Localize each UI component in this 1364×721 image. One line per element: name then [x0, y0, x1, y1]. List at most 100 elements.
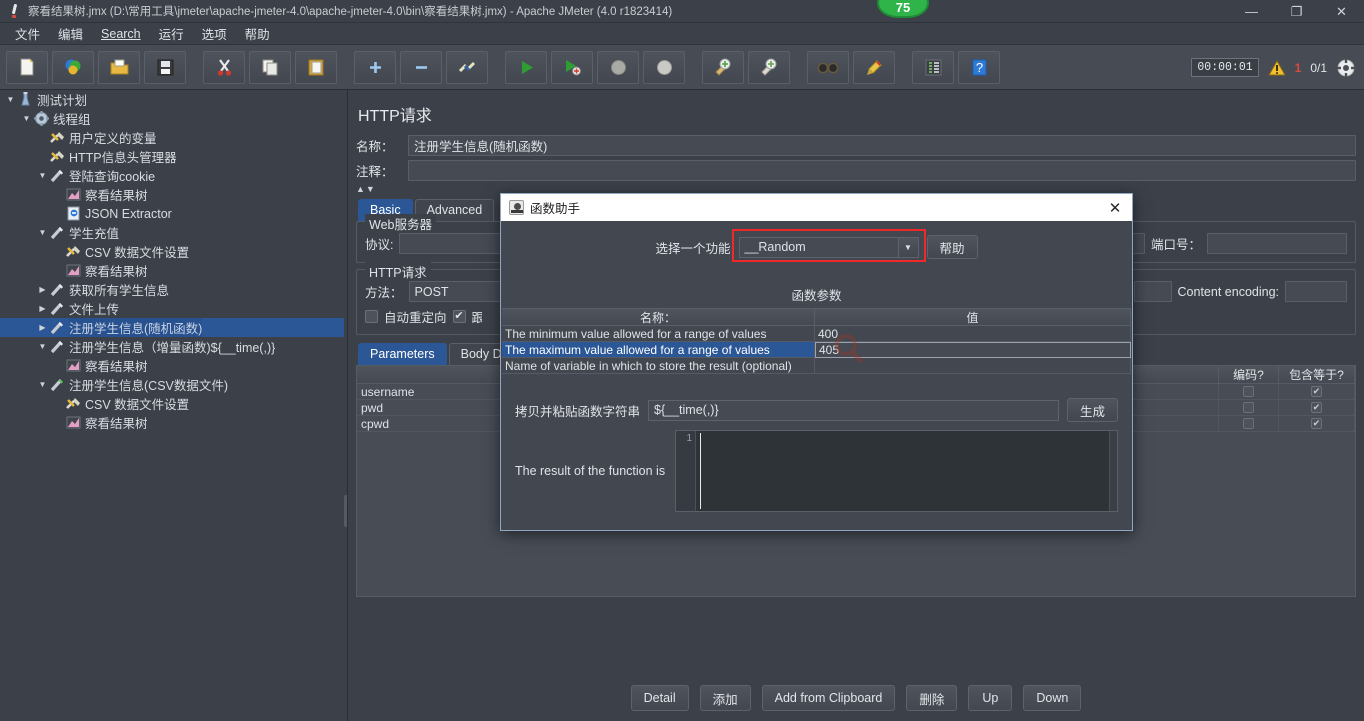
- cut-button[interactable]: [203, 50, 245, 84]
- tree-node[interactable]: 察看结果树: [0, 413, 347, 432]
- up-button[interactable]: Up: [968, 685, 1013, 711]
- result-textarea[interactable]: 1: [675, 430, 1118, 512]
- encode-checkbox[interactable]: [1243, 386, 1254, 397]
- encode-checkbox[interactable]: [1243, 418, 1254, 429]
- tree-toggle-open-icon[interactable]: ▼: [4, 90, 17, 109]
- arg-value-cell[interactable]: 405: [815, 342, 1131, 358]
- tree-toggle-closed-icon[interactable]: ▶: [36, 299, 49, 318]
- save-button[interactable]: [144, 50, 186, 84]
- tree-node[interactable]: ▼ 学生充值: [0, 223, 347, 242]
- copy-button[interactable]: [249, 50, 291, 84]
- generate-button[interactable]: 生成: [1066, 398, 1118, 422]
- new-button[interactable]: [6, 50, 48, 84]
- open-button[interactable]: [98, 50, 140, 84]
- menu-item-help[interactable]: 帮助: [236, 22, 279, 45]
- name-input[interactable]: [408, 135, 1356, 156]
- param-include-equals-cell[interactable]: [1279, 400, 1355, 415]
- add-button[interactable]: 添加: [699, 685, 751, 711]
- arg-name-cell[interactable]: The maximum value allowed for a range of…: [502, 342, 815, 358]
- arg-value-cell[interactable]: [815, 358, 1131, 374]
- path-input-partial[interactable]: [1133, 281, 1172, 302]
- menu-item-run[interactable]: 运行: [150, 22, 193, 45]
- menu-item-options[interactable]: 选项: [193, 22, 236, 45]
- include-equals-checkbox[interactable]: [1311, 418, 1322, 429]
- col-encode[interactable]: 编码?: [1219, 366, 1279, 383]
- add-from-clipboard-button[interactable]: Add from Clipboard: [761, 685, 896, 711]
- result-scrollbar[interactable]: [1109, 431, 1117, 511]
- tree-toggle-closed-icon[interactable]: ▶: [36, 318, 49, 337]
- tree-node[interactable]: HTTP信息头管理器: [0, 147, 347, 166]
- start-no-pause-button[interactable]: [551, 50, 593, 84]
- tree-node[interactable]: ▶ 获取所有学生信息: [0, 280, 347, 299]
- tree-node[interactable]: JSON Extractor: [0, 204, 347, 223]
- tree-node[interactable]: 察看结果树: [0, 356, 347, 375]
- comment-input[interactable]: [408, 160, 1356, 181]
- dialog-close-button[interactable]: ✕: [1098, 194, 1132, 221]
- function-arg-row[interactable]: The maximum value allowed for a range of…: [502, 342, 1131, 358]
- toggle-button[interactable]: [446, 50, 488, 84]
- start-button[interactable]: [505, 50, 547, 84]
- tree-node[interactable]: ▼ 注册学生信息（增量函数)${__time(,)}: [0, 337, 347, 356]
- param-include-equals-cell[interactable]: [1279, 384, 1355, 399]
- help-dialog-button[interactable]: 帮助: [926, 235, 978, 259]
- clear-button[interactable]: [702, 50, 744, 84]
- content-encoding-input[interactable]: [1285, 281, 1347, 302]
- paste-button[interactable]: [295, 50, 337, 84]
- arg-value-cell[interactable]: 400: [815, 326, 1131, 342]
- arg-name-cell[interactable]: Name of variable in which to store the r…: [502, 358, 815, 374]
- copy-paste-input[interactable]: [648, 399, 1059, 421]
- help-button[interactable]: ?: [958, 50, 1000, 84]
- tree-node[interactable]: 用户定义的变量: [0, 128, 347, 147]
- tree-node[interactable]: 察看结果树: [0, 185, 347, 204]
- search-button[interactable]: [807, 50, 849, 84]
- expand-button[interactable]: [354, 50, 396, 84]
- down-button[interactable]: Down: [1023, 685, 1082, 711]
- collapse-button[interactable]: [400, 50, 442, 84]
- maximize-button[interactable]: ❐: [1274, 0, 1319, 23]
- function-args-table[interactable]: 名称： 值 The minimum value allowed for a ra…: [502, 308, 1131, 374]
- detail-button[interactable]: Detail: [630, 685, 689, 711]
- arg-col-name[interactable]: 名称：: [502, 309, 815, 326]
- function-arg-row[interactable]: Name of variable in which to store the r…: [502, 358, 1131, 374]
- tree-node[interactable]: ▶ 注册学生信息(随机函数): [0, 318, 347, 337]
- function-select[interactable]: __Random ▼: [738, 236, 919, 258]
- tree-node[interactable]: ▼ 注册学生信息(CSV数据文件): [0, 375, 347, 394]
- chevron-down-icon[interactable]: ▼: [897, 237, 918, 257]
- menu-item-search[interactable]: Search: [92, 25, 150, 43]
- param-encode-cell[interactable]: [1219, 400, 1279, 415]
- follow-redirect-checkbox[interactable]: [452, 310, 466, 323]
- include-equals-checkbox[interactable]: [1311, 402, 1322, 413]
- auto-redirect-checkbox[interactable]: [365, 310, 378, 323]
- minimize-button[interactable]: —: [1229, 0, 1274, 23]
- col-include-equals[interactable]: 包含等于?: [1279, 366, 1355, 383]
- tree-toggle-open-icon[interactable]: ▼: [36, 166, 49, 185]
- tree-node[interactable]: ▼ 线程组: [0, 109, 347, 128]
- shutdown-button[interactable]: [643, 50, 685, 84]
- arg-col-value[interactable]: 值: [815, 309, 1131, 326]
- templates-button[interactable]: [52, 50, 94, 84]
- menu-item-edit[interactable]: 编辑: [49, 22, 92, 45]
- function-helper-button[interactable]: [912, 50, 954, 84]
- param-include-equals-cell[interactable]: [1279, 416, 1355, 431]
- include-equals-checkbox[interactable]: [1311, 386, 1322, 397]
- function-arg-row[interactable]: The minimum value allowed for a range of…: [502, 326, 1131, 342]
- encode-checkbox[interactable]: [1243, 402, 1254, 413]
- param-encode-cell[interactable]: [1219, 384, 1279, 399]
- tree-node[interactable]: 察看结果树: [0, 261, 347, 280]
- tree-node[interactable]: CSV 数据文件设置: [0, 242, 347, 261]
- tree-toggle-open-icon[interactable]: ▼: [36, 223, 49, 242]
- tree-node[interactable]: ▼ 测试计划: [0, 90, 347, 109]
- tree-toggle-open-icon[interactable]: ▼: [36, 375, 49, 394]
- param-encode-cell[interactable]: [1219, 416, 1279, 431]
- tree-toggle-open-icon[interactable]: ▼: [36, 337, 49, 356]
- stop-button[interactable]: [597, 50, 639, 84]
- delete-button[interactable]: 删除: [906, 685, 958, 711]
- reset-search-button[interactable]: [853, 50, 895, 84]
- menu-item-file[interactable]: 文件: [6, 22, 49, 45]
- arg-name-cell[interactable]: The minimum value allowed for a range of…: [502, 326, 815, 342]
- tree-node[interactable]: ▶ 文件上传: [0, 299, 347, 318]
- tree-toggle-open-icon[interactable]: ▼: [20, 109, 33, 128]
- close-button[interactable]: ✕: [1319, 0, 1364, 23]
- test-plan-tree[interactable]: ▼ 测试计划 ▼ 线程组 用户定义的变量 HTTP信息头管理器 ▼ 登陆查询cookie 察看结…: [0, 90, 348, 721]
- tree-node[interactable]: ▼ 登陆查询cookie: [0, 166, 347, 185]
